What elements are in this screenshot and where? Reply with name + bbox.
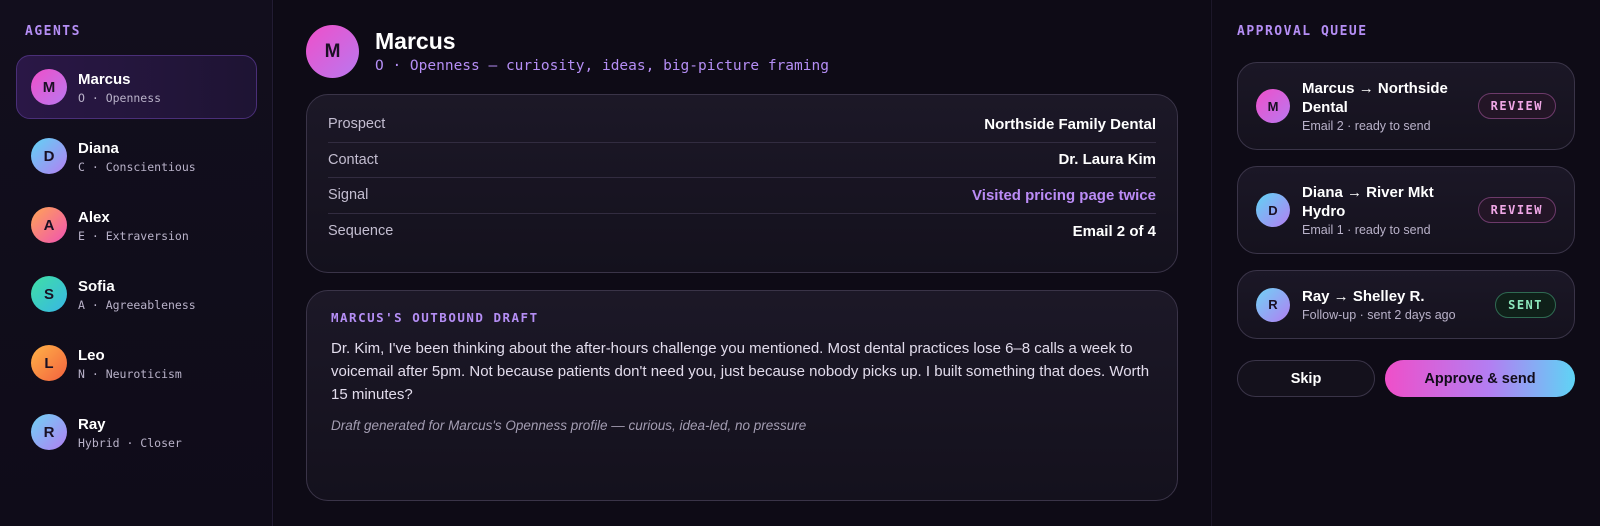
status-badge: REVIEW: [1477, 93, 1556, 119]
draft-note: Draft generated for Marcus's Openness pr…: [331, 418, 807, 433]
agent-trait: A · Agreeableness: [78, 297, 196, 312]
status-badge: REVIEW: [1477, 197, 1556, 223]
queue-item-subtitle: Email 1 · ready to send: [1302, 223, 1431, 237]
queue-item-title: Ray → Shelley R.: [1302, 288, 1425, 305]
detail-value: Email 2 of 4: [1072, 222, 1156, 240]
agent-name: Marcus: [78, 70, 131, 88]
approve-send-button[interactable]: Approve & send: [1385, 360, 1575, 397]
queue-item-diana[interactable]: D Diana → River Mkt Hydro Email 1 · read…: [1237, 166, 1575, 254]
page-subtitle: O · Openness — curiosity, ideas, big-pic…: [375, 58, 829, 74]
draft-body: Dr. Kim, I've been thinking about the af…: [331, 340, 1150, 403]
detail-label: Contact: [328, 151, 378, 168]
queue-item-title: Diana → River Mkt Hydro: [1302, 184, 1434, 220]
queue-title: APPROVAL QUEUE: [1237, 24, 1368, 39]
queue-item-subtitle: Follow-up · sent 2 days ago: [1302, 308, 1456, 322]
detail-label: Prospect: [328, 116, 386, 133]
outbound-draft-card: MARCUS'S OUTBOUND DRAFT Dr. Kim, I've be…: [306, 290, 1178, 501]
detail-row-contact: Contact Dr. Laura Kim: [328, 143, 1156, 178]
agent-trait: N · Neuroticism: [78, 366, 182, 381]
header-avatar: M: [306, 25, 359, 78]
detail-value: Dr. Laura Kim: [1058, 151, 1156, 169]
agent-item-marcus[interactable]: M Marcus O · Openness: [16, 55, 257, 119]
avatar: M: [1256, 89, 1290, 123]
agent-item-alex[interactable]: A Alex E · Extraversion: [16, 193, 257, 257]
agents-sidebar: AGENTS M Marcus O · Openness D Diana C ·…: [0, 0, 273, 526]
queue-item-subtitle: Email 2 · ready to send: [1302, 119, 1431, 133]
agent-item-leo[interactable]: L Leo N · Neuroticism: [16, 331, 257, 395]
sidebar-title: AGENTS: [25, 24, 81, 39]
avatar: S: [31, 276, 67, 312]
draft-title: MARCUS'S OUTBOUND DRAFT: [331, 310, 539, 325]
page-title: Marcus: [375, 28, 456, 54]
avatar: M: [31, 69, 67, 105]
main-panel: M Marcus O · Openness — curiosity, ideas…: [274, 0, 1210, 526]
queue-item-ray[interactable]: R Ray → Shelley R. Follow-up · sent 2 da…: [1237, 270, 1575, 339]
detail-row-sequence: Sequence Email 2 of 4: [328, 214, 1156, 250]
avatar: A: [31, 207, 67, 243]
status-badge: SENT: [1495, 291, 1556, 318]
agent-list: M Marcus O · Openness D Diana C · Consci…: [16, 55, 257, 469]
detail-label: Signal: [328, 187, 369, 204]
agent-trait: Hybrid · Closer: [78, 435, 182, 450]
avatar: R: [1256, 287, 1290, 322]
detail-label: Sequence: [328, 223, 394, 240]
queue-actions: Skip Approve & send: [1237, 360, 1575, 397]
approval-queue-panel: APPROVAL QUEUE M Marcus → Northside Dent…: [1211, 0, 1600, 526]
avatar: R: [31, 414, 67, 450]
agent-name: Sofia: [78, 277, 115, 295]
skip-button[interactable]: Skip: [1237, 360, 1375, 397]
agent-name: Ray: [78, 415, 106, 433]
detail-row-signal: Signal Visited pricing page twice: [328, 178, 1156, 214]
queue-item-title: Marcus → Northside Dental: [1302, 80, 1448, 116]
agent-item-sofia[interactable]: S Sofia A · Agreeableness: [16, 262, 257, 326]
agent-name: Alex: [78, 208, 110, 226]
avatar: D: [31, 138, 67, 174]
agent-name: Leo: [78, 346, 105, 364]
detail-value: Visited pricing page twice: [972, 186, 1156, 204]
queue-item-marcus[interactable]: M Marcus → Northside Dental Email 2 · re…: [1237, 62, 1575, 150]
avatar: L: [31, 345, 67, 381]
detail-row-prospect: Prospect Northside Family Dental: [328, 107, 1156, 143]
agent-trait: E · Extraversion: [78, 228, 189, 243]
avatar: D: [1256, 193, 1290, 227]
agent-trait: O · Openness: [78, 90, 162, 105]
detail-value: Northside Family Dental: [984, 115, 1156, 133]
agent-item-ray[interactable]: R Ray Hybrid · Closer: [16, 400, 257, 464]
prospect-details-card: Prospect Northside Family Dental Contact…: [306, 94, 1178, 273]
agent-item-diana[interactable]: D Diana C · Conscientious: [16, 124, 257, 188]
agent-name: Diana: [78, 139, 119, 157]
agent-trait: C · Conscientious: [78, 159, 196, 174]
